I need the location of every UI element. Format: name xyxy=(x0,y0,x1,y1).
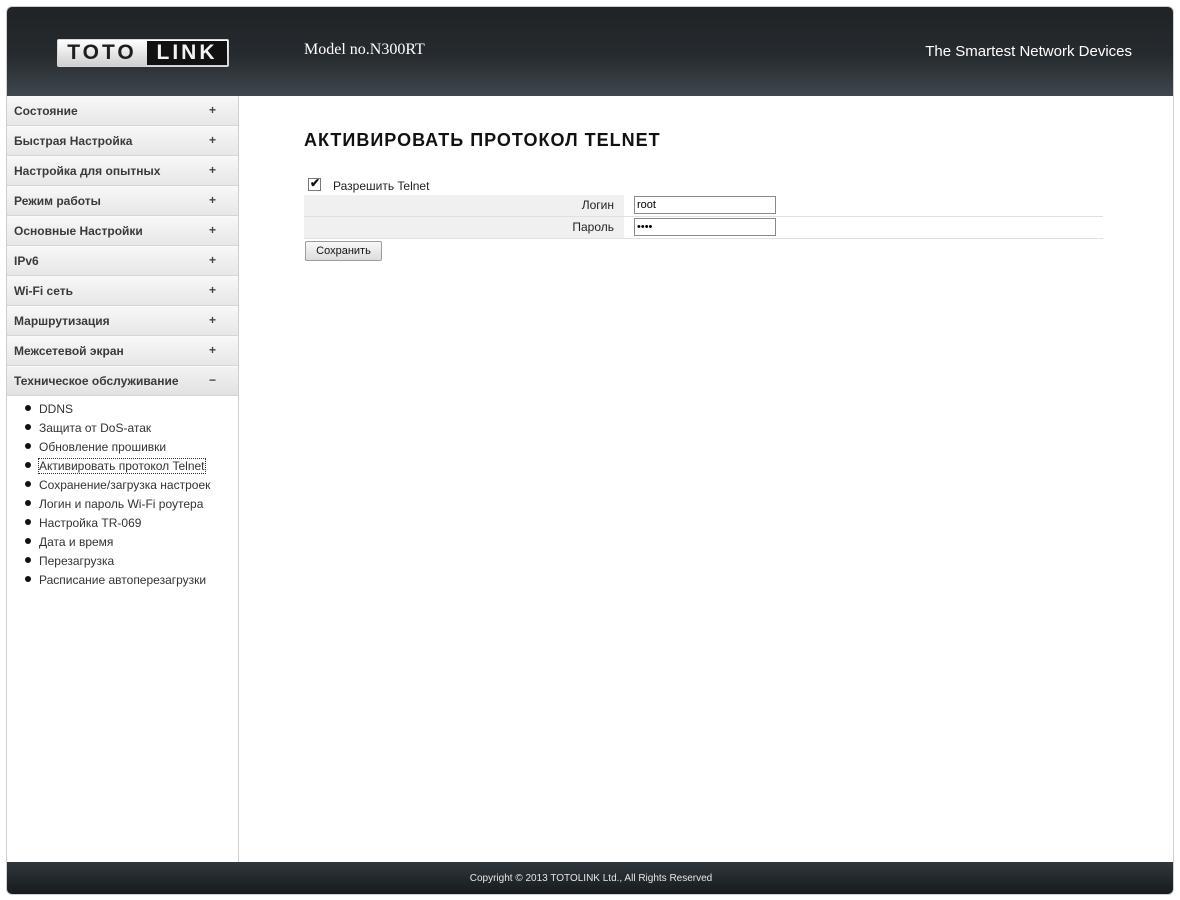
sidebar-item-label: Быстрая Настройка xyxy=(14,134,133,148)
submenu-link[interactable]: Настройка TR-069 xyxy=(39,516,141,530)
logo-text-link: LINK xyxy=(147,41,227,65)
submenu-item-router-password: Логин и пароль Wi-Fi роутера xyxy=(7,495,238,514)
submenu-item-dos-protection: Защита от DoS-атак xyxy=(7,419,238,438)
main-content: АКТИВИРОВАТЬ ПРОТОКОЛ TELNET ✔ Разрешить… xyxy=(239,96,1173,862)
logo-text-toto: TOTO xyxy=(67,41,137,64)
page-title: АКТИВИРОВАТЬ ПРОТОКОЛ TELNET xyxy=(304,130,661,150)
submenu-item-backup-restore: Сохранение/загрузка настроек xyxy=(7,476,238,495)
expand-plus-icon: + xyxy=(209,193,217,207)
submenu-link[interactable]: Расписание автоперезагрузки xyxy=(39,573,206,587)
submenu-item-telnet: Активировать протокол Telnet xyxy=(7,457,238,476)
sidebar-item-label: Настройка для опытных xyxy=(14,164,161,178)
login-row: Логин xyxy=(304,195,1103,217)
sidebar-item-label: Техническое обслуживание xyxy=(14,374,179,388)
bullet-icon xyxy=(25,576,31,582)
expand-plus-icon: + xyxy=(209,343,217,357)
bullet-icon xyxy=(25,424,31,430)
sidebar-item-label: Основные Настройки xyxy=(14,224,143,238)
sidebar-item-ipv6[interactable]: IPv6 + xyxy=(7,246,238,276)
enable-telnet-label: Разрешить Telnet xyxy=(333,179,430,193)
collapse-minus-icon: − xyxy=(209,373,217,387)
sidebar-item-label: Wi-Fi сеть xyxy=(14,284,73,298)
footer-bar: Copyright © 2013 TOTOLINK Ltd., All Righ… xyxy=(7,862,1173,894)
checkmark-icon: ✔ xyxy=(310,176,321,190)
sidebar-item-advanced-setup[interactable]: Настройка для опытных + xyxy=(7,156,238,186)
bullet-icon xyxy=(25,500,31,506)
sidebar-item-maintenance[interactable]: Техническое обслуживание − xyxy=(7,366,238,396)
login-input[interactable] xyxy=(634,196,776,214)
expand-plus-icon: + xyxy=(209,313,217,327)
expand-plus-icon: + xyxy=(209,133,217,147)
sidebar-item-quick-setup[interactable]: Быстрая Настройка + xyxy=(7,126,238,156)
sidebar-item-routing[interactable]: Маршрутизация + xyxy=(7,306,238,336)
sidebar-menu: Состояние + Быстрая Настройка + Настройк… xyxy=(7,96,239,862)
password-label-cell: Пароль xyxy=(304,217,624,238)
bullet-icon xyxy=(25,519,31,525)
totolink-logo: TOTO LINK xyxy=(57,39,229,67)
password-label: Пароль xyxy=(572,220,614,234)
bullet-icon xyxy=(25,443,31,449)
router-admin-page: TOTO LINK Model no.N300RT The Smartest N… xyxy=(6,6,1174,895)
expand-plus-icon: + xyxy=(209,283,217,297)
sidebar-item-basic-settings[interactable]: Основные Настройки + xyxy=(7,216,238,246)
sidebar-item-label: Режим работы xyxy=(14,194,101,208)
header-bar: TOTO LINK Model no.N300RT The Smartest N… xyxy=(7,7,1173,96)
bullet-icon xyxy=(25,557,31,563)
password-input[interactable] xyxy=(634,218,776,236)
submenu-item-reboot-schedule: Расписание автоперезагрузки xyxy=(7,571,238,590)
submenu-item-tr069: Настройка TR-069 xyxy=(7,514,238,533)
expand-plus-icon: + xyxy=(209,223,217,237)
bullet-icon xyxy=(25,405,31,411)
login-label-cell: Логин xyxy=(304,195,624,216)
maintenance-submenu: DDNS Защита от DoS-атак Обновление проши… xyxy=(7,396,238,590)
sidebar-item-wifi[interactable]: Wi-Fi сеть + xyxy=(7,276,238,306)
submenu-link[interactable]: DDNS xyxy=(39,402,73,416)
save-button[interactable]: Сохранить xyxy=(305,241,382,261)
submenu-link[interactable]: Защита от DoS-атак xyxy=(39,421,151,435)
sidebar-item-firewall[interactable]: Межсетевой экран + xyxy=(7,336,238,366)
telnet-form: Логин Пароль xyxy=(304,195,1103,239)
model-number: Model no.N300RT xyxy=(304,41,425,58)
submenu-link[interactable]: Сохранение/загрузка настроек xyxy=(39,478,210,492)
submenu-link[interactable]: Обновление прошивки xyxy=(39,440,166,454)
bullet-icon xyxy=(25,462,31,468)
enable-telnet-checkbox[interactable]: ✔ xyxy=(308,176,321,191)
submenu-link[interactable]: Дата и время xyxy=(39,535,113,549)
expand-plus-icon: + xyxy=(209,163,217,177)
sidebar-item-label: Состояние xyxy=(14,104,78,118)
submenu-item-date-time: Дата и время xyxy=(7,533,238,552)
sidebar-item-label: Межсетевой экран xyxy=(14,344,124,358)
bullet-icon xyxy=(25,538,31,544)
sidebar-item-status[interactable]: Состояние + xyxy=(7,96,238,126)
copyright-text: Copyright © 2013 TOTOLINK Ltd., All Righ… xyxy=(469,873,713,884)
submenu-item-ddns: DDNS xyxy=(7,400,238,419)
slogan: The Smartest Network Devices xyxy=(925,43,1132,60)
bullet-icon xyxy=(25,481,31,487)
expand-plus-icon: + xyxy=(209,253,217,267)
password-row: Пароль xyxy=(304,217,1103,239)
submenu-link[interactable]: Перезагрузка xyxy=(39,554,114,568)
submenu-item-reboot: Перезагрузка xyxy=(7,552,238,571)
login-label: Логин xyxy=(581,198,614,212)
sidebar-item-operation-mode[interactable]: Режим работы + xyxy=(7,186,238,216)
sidebar-item-label: IPv6 xyxy=(14,254,39,268)
expand-plus-icon: + xyxy=(209,103,217,117)
submenu-item-firmware-upgrade: Обновление прошивки xyxy=(7,438,238,457)
submenu-link-active[interactable]: Активировать протокол Telnet xyxy=(38,458,206,474)
submenu-link[interactable]: Логин и пароль Wi-Fi роутера xyxy=(39,497,203,511)
sidebar-item-label: Маршрутизация xyxy=(14,314,110,328)
